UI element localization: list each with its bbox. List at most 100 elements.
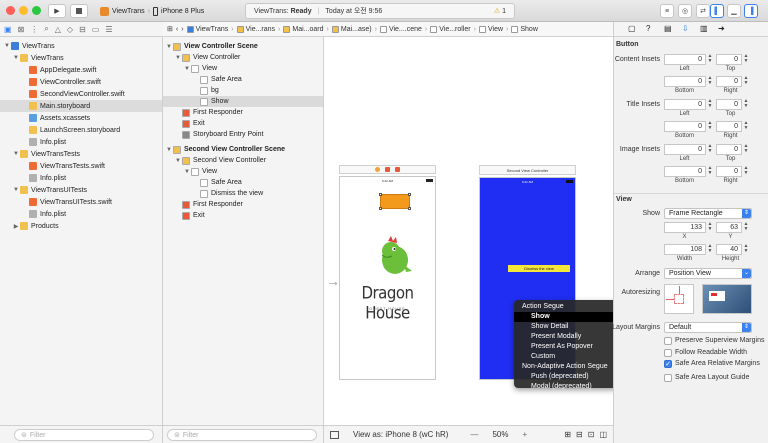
forward-icon[interactable]: › (181, 26, 183, 33)
navigator-filter-input[interactable]: ⊜ Filter (14, 429, 154, 441)
test-tab-icon[interactable]: ◇ (67, 25, 73, 34)
size-inspector-icon[interactable]: ▥ (700, 24, 708, 33)
disclosure-triangle-icon[interactable]: ▼ (174, 55, 182, 61)
outline-item[interactable]: Exit (163, 210, 323, 221)
navigator-item[interactable]: ViewTransTests.swift (0, 160, 162, 172)
title-insets-top-stepper[interactable]: ▲ ▼ (743, 99, 749, 110)
outline-filter-input[interactable]: ⊜ Filter (167, 429, 317, 441)
zoom-out-button[interactable]: — (470, 430, 478, 439)
connections-inspector-icon[interactable]: ➜ (718, 24, 725, 33)
segue-menu-item[interactable]: Show Detail (514, 322, 617, 332)
outline-item[interactable]: ▼ View Controller Scene (163, 41, 323, 52)
disclosure-triangle-icon[interactable]: ▶ (12, 223, 20, 230)
image-insets-bottom-stepper[interactable]: ▲ ▼ (707, 166, 713, 177)
layout-margins-popup[interactable]: Default ⇕ (664, 322, 752, 333)
disclosure-triangle-icon[interactable]: ▼ (165, 44, 173, 50)
resolve-issues-icon[interactable]: ◫ (599, 430, 607, 439)
breadcrumb-item[interactable]: ViewTrans (186, 25, 228, 33)
outline-item[interactable]: Show (163, 96, 323, 107)
outline-item[interactable]: Exit (163, 118, 323, 129)
segue-menu-item[interactable]: Show (514, 312, 617, 322)
outline-item[interactable]: Safe Area (163, 74, 323, 85)
show-popup[interactable]: Frame Rectangle ⇕ (664, 208, 752, 219)
content-insets-right-stepper[interactable]: ▲ ▼ (743, 76, 749, 87)
zoom-level[interactable]: 50% (492, 430, 508, 439)
image-insets-right-stepper[interactable]: ▲ ▼ (743, 166, 749, 177)
arrange-popup[interactable]: Position View ⌄ (664, 268, 752, 279)
zoom-window-button[interactable] (32, 6, 41, 15)
segue-menu-item[interactable]: Custom (514, 352, 617, 362)
navigator-item[interactable]: ▼ ViewTransUITests (0, 184, 162, 196)
navigator-item[interactable]: ▼ ViewTrans (0, 40, 162, 52)
disclosure-triangle-icon[interactable]: ▼ (12, 187, 20, 193)
navigator-item[interactable]: Assets.xcassets (0, 112, 162, 124)
minimize-window-button[interactable] (19, 6, 28, 15)
outline-item[interactable]: Safe Area (163, 177, 323, 188)
outline-item[interactable]: Dismiss the view (163, 188, 323, 199)
outline-item[interactable]: ▼ View (163, 166, 323, 177)
image-insets-top-field[interactable]: 0 (716, 144, 742, 155)
content-insets-left-stepper[interactable]: ▲ ▼ (707, 54, 713, 65)
content-insets-left-field[interactable]: 0 (664, 54, 706, 65)
y-stepper[interactable]: ▲ ▼ (743, 222, 749, 233)
breadcrumb-item[interactable]: Show (511, 25, 538, 33)
find-tab-icon[interactable]: ⌕ (44, 24, 48, 34)
height-stepper[interactable]: ▲ ▼ (743, 244, 749, 255)
outline-item[interactable]: Storyboard Entry Point (163, 129, 323, 140)
navigator-item[interactable]: ▼ ViewTransTests (0, 148, 162, 160)
title-insets-bottom-stepper[interactable]: ▲ ▼ (707, 121, 713, 132)
safe-area-relative-margins-checkbox[interactable]: ✓ (664, 360, 672, 368)
x-stepper[interactable]: ▲ ▼ (707, 222, 713, 233)
outline-item[interactable]: ▼ View Controller (163, 52, 323, 63)
pin-icon[interactable]: ⊡ (588, 430, 595, 439)
close-window-button[interactable] (6, 6, 15, 15)
breadcrumb-item[interactable]: Mai...oard (283, 25, 324, 33)
segue-menu-item[interactable]: Modal (deprecated) (514, 382, 617, 392)
outline-item[interactable]: ▼ View (163, 63, 323, 74)
width-stepper[interactable]: ▲ ▼ (707, 244, 713, 255)
height-field[interactable]: 40 (716, 244, 742, 255)
issue-tab-icon[interactable]: △ (55, 25, 61, 34)
disclosure-triangle-icon[interactable]: ▼ (12, 151, 20, 157)
breadcrumb-item[interactable]: View (478, 25, 503, 33)
toggle-inspector-button[interactable]: ▐ (744, 4, 758, 18)
segue-menu-item[interactable]: Present As Popover (514, 342, 617, 352)
y-field[interactable]: 63 (716, 222, 742, 233)
run-button[interactable]: ▶ (48, 4, 66, 18)
report-tab-icon[interactable]: ☰ (105, 25, 112, 34)
title-insets-right-stepper[interactable]: ▲ ▼ (743, 121, 749, 132)
image-insets-top-stepper[interactable]: ▲ ▼ (743, 144, 749, 155)
back-icon[interactable]: ‹ (176, 26, 178, 33)
scene2-title[interactable]: Second View Controller (479, 165, 576, 175)
toggle-navigator-button[interactable]: ▌ (710, 4, 724, 18)
segue-menu-item[interactable]: Push (deprecated) (514, 372, 617, 382)
update-frames-icon[interactable]: ⊞ (564, 430, 571, 439)
image-insets-left-stepper[interactable]: ▲ ▼ (707, 144, 713, 155)
x-field[interactable]: 133 (664, 222, 706, 233)
stop-button[interactable] (70, 4, 88, 18)
breadcrumb-item[interactable]: Vie...roller (430, 25, 471, 33)
content-insets-top-stepper[interactable]: ▲ ▼ (743, 54, 749, 65)
outline-toggle-icon[interactable] (330, 430, 339, 439)
navigator-item[interactable]: Info.plist (0, 208, 162, 220)
disclosure-triangle-icon[interactable]: ▼ (183, 169, 191, 175)
show-button[interactable] (379, 193, 411, 210)
folder-tab-icon[interactable]: ▣ (4, 25, 12, 34)
title-insets-right-field[interactable]: 0 (716, 121, 742, 132)
debug-tab-icon[interactable]: ⊟ (79, 25, 86, 34)
navigator-item[interactable]: LaunchScreen.storyboard (0, 124, 162, 136)
source-control-tab-icon[interactable]: ⊠ (18, 25, 25, 34)
autoresizing-mask-control[interactable] (664, 284, 694, 314)
segue-menu-item[interactable]: Present Modally (514, 332, 617, 342)
navigator-item[interactable]: SecondViewController.swift (0, 88, 162, 100)
scheme-selector[interactable]: ViewTrans › iPhone 8 Plus (100, 4, 204, 18)
standard-editor-button[interactable]: ≡ (660, 4, 674, 18)
width-field[interactable]: 108 (664, 244, 706, 255)
warning-count[interactable]: 1 (502, 8, 506, 15)
outline-item[interactable]: bg (163, 85, 323, 96)
zoom-in-button[interactable]: + (522, 430, 527, 439)
navigator-item[interactable]: AppDelegate.swift (0, 64, 162, 76)
breakpoint-tab-icon[interactable]: ▭ (92, 25, 100, 34)
outline-item[interactable]: First Responder (163, 107, 323, 118)
breadcrumb-item[interactable]: Vie...rans (236, 25, 275, 33)
